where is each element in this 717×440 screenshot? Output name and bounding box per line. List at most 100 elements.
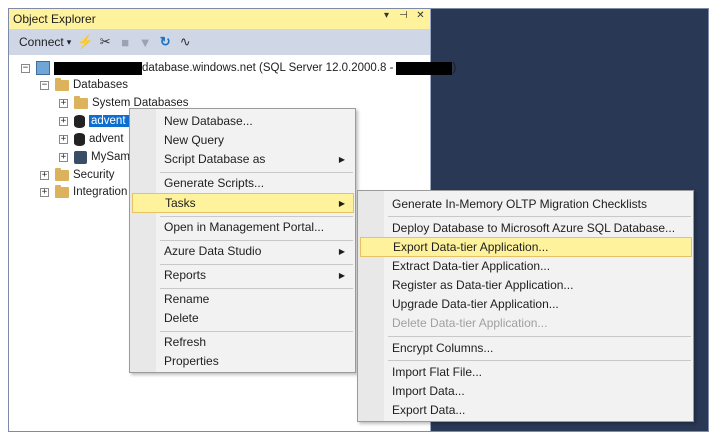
submenu-arrow-icon: ▶ (338, 270, 345, 280)
menu-item-label: New Database... (164, 114, 253, 128)
redacted-server-name (54, 61, 142, 75)
folder-icon (55, 184, 69, 198)
menu-item-generate-scripts[interactable]: Generate Scripts... (133, 173, 353, 193)
menu-item-label: Reports (164, 268, 207, 282)
connect-plug-icon[interactable]: ⚡ (75, 32, 95, 52)
submenu-item-import-data[interactable]: Import Data... (361, 381, 691, 401)
menu-item-label: Generate Scripts... (164, 176, 265, 190)
submenu-item-import-flat-file[interactable]: Import Flat File... (361, 362, 691, 382)
menu-item-azure-data-studio[interactable]: Azure Data Studio ▶ (133, 241, 353, 261)
menu-item-label: Register as Data-tier Application... (392, 278, 574, 292)
menu-item-label: Deploy Database to Microsoft Azure SQL D… (392, 221, 676, 235)
submenu-item-upgrade-data-tier[interactable]: Upgrade Data-tier Application... (361, 294, 691, 314)
database-icon (74, 132, 85, 146)
collapse-icon[interactable]: − (21, 63, 30, 73)
panel-title: Object Explorer (13, 12, 96, 26)
menu-item-label: Import Data... (392, 384, 465, 398)
databases-label: Databases (73, 79, 128, 91)
window-position-dropdown-icon[interactable]: ▾ (380, 10, 393, 21)
expand-icon[interactable]: + (59, 98, 68, 108)
menu-item-new-database[interactable]: New Database... (133, 111, 353, 131)
tasks-submenu: Generate In-Memory OLTP Migration Checkl… (357, 190, 694, 422)
menu-item-properties[interactable]: Properties (133, 351, 353, 371)
menu-item-label: Properties (164, 354, 219, 368)
menu-item-label: Refresh (164, 335, 207, 349)
tree-node-databases[interactable]: − Databases (40, 76, 128, 94)
expand-icon[interactable]: + (40, 170, 49, 180)
menu-item-label: Open in Management Portal... (164, 220, 325, 234)
server-icon (36, 61, 50, 75)
close-icon[interactable]: ✕ (414, 10, 427, 21)
folder-icon (74, 95, 88, 109)
menu-item-label: Upgrade Data-tier Application... (392, 297, 559, 311)
object-explorer-toolbar: Connect ▾ ⚡ ✂ ■ ▼ ↻ ∿ (9, 29, 430, 55)
folder-icon (55, 167, 69, 181)
menu-item-label: New Query (164, 133, 225, 147)
tree-node-server[interactable]: − database.windows.net (SQL Server 12.0.… (21, 59, 456, 77)
tree-node-security[interactable]: + Security (40, 166, 115, 184)
submenu-arrow-icon: ▶ (338, 246, 345, 256)
menu-item-label: Azure Data Studio (164, 244, 262, 258)
server-label: database.windows.net (SQL Server 12.0.20… (142, 62, 394, 74)
menu-item-script-database-as[interactable]: Script Database as ▶ (133, 149, 353, 169)
menu-item-label: Encrypt Columns... (392, 341, 494, 355)
connect-label: Connect (19, 35, 64, 49)
refresh-icon[interactable]: ↻ (155, 32, 175, 52)
menu-item-label: Generate In-Memory OLTP Migration Checkl… (392, 197, 647, 211)
menu-item-label: Extract Data-tier Application... (392, 259, 551, 273)
expand-icon[interactable]: + (59, 152, 68, 162)
menu-item-rename[interactable]: Rename (133, 289, 353, 309)
menu-item-label: Export Data-tier Application... (393, 240, 549, 254)
menu-item-open-in-management-portal[interactable]: Open in Management Portal... (133, 217, 353, 237)
expand-icon[interactable]: + (40, 187, 49, 197)
security-label: Security (73, 169, 115, 181)
expand-icon[interactable]: + (59, 116, 68, 126)
menu-item-label: Delete Data-tier Application... (392, 316, 548, 330)
object-explorer-titlebar: Object Explorer ▾ ⊣ ✕ (9, 9, 430, 29)
submenu-item-register-data-tier[interactable]: Register as Data-tier Application... (361, 275, 691, 295)
submenu-arrow-icon: ▶ (338, 154, 345, 164)
menu-item-label: Rename (164, 292, 210, 306)
redacted-login (396, 61, 453, 75)
integration-label: Integration (73, 186, 128, 198)
database-context-menu: New Database... New Query Script Databas… (129, 108, 356, 373)
tree-node-integration[interactable]: + Integration (40, 183, 127, 201)
submenu-item-encrypt-columns[interactable]: Encrypt Columns... (361, 338, 691, 358)
database-icon (74, 114, 85, 128)
menu-separator (388, 216, 691, 217)
menu-item-delete[interactable]: Delete (133, 308, 353, 328)
pin-icon[interactable]: ⊣ (397, 10, 410, 21)
database-label: advent (89, 133, 124, 145)
activity-monitor-icon[interactable]: ∿ (175, 32, 195, 52)
tree-node-database[interactable]: + advent (59, 130, 124, 148)
expand-icon[interactable]: + (59, 134, 68, 144)
database-icon (74, 150, 87, 164)
menu-item-refresh[interactable]: Refresh (133, 332, 353, 352)
submenu-item-export-data-tier[interactable]: Export Data-tier Application... (360, 237, 692, 257)
collapse-icon[interactable]: − (40, 80, 49, 90)
tree-node-database[interactable]: + MySam (59, 148, 130, 166)
menu-item-reports[interactable]: Reports ▶ (133, 265, 353, 285)
server-label-close: ) (452, 62, 457, 74)
chevron-down-icon: ▾ (66, 36, 72, 47)
filter-icon[interactable]: ▼ (135, 32, 155, 52)
menu-item-label: Script Database as (164, 152, 266, 166)
menu-item-label: Delete (164, 311, 199, 325)
submenu-item-deploy-to-azure[interactable]: Deploy Database to Microsoft Azure SQL D… (361, 218, 691, 238)
menu-item-label: Export Data... (392, 403, 466, 417)
submenu-arrow-icon: ▶ (338, 198, 345, 208)
stop-icon[interactable]: ■ (115, 32, 135, 52)
database-label: MySam (91, 151, 130, 163)
menu-separator (388, 336, 691, 337)
folder-icon (55, 77, 69, 91)
menu-item-new-query[interactable]: New Query (133, 130, 353, 150)
title-actions: ▾ ⊣ ✕ (380, 10, 427, 21)
submenu-item-delete-data-tier: Delete Data-tier Application... (361, 313, 691, 333)
submenu-item-generate-oltp-checklists[interactable]: Generate In-Memory OLTP Migration Checkl… (361, 194, 691, 214)
menu-item-tasks[interactable]: Tasks ▶ (132, 193, 354, 213)
submenu-item-extract-data-tier[interactable]: Extract Data-tier Application... (361, 256, 691, 276)
connect-button[interactable]: Connect ▾ (15, 32, 75, 52)
menu-separator (388, 360, 691, 361)
disconnect-icon[interactable]: ✂ (95, 32, 115, 52)
submenu-item-export-data[interactable]: Export Data... (361, 400, 691, 420)
